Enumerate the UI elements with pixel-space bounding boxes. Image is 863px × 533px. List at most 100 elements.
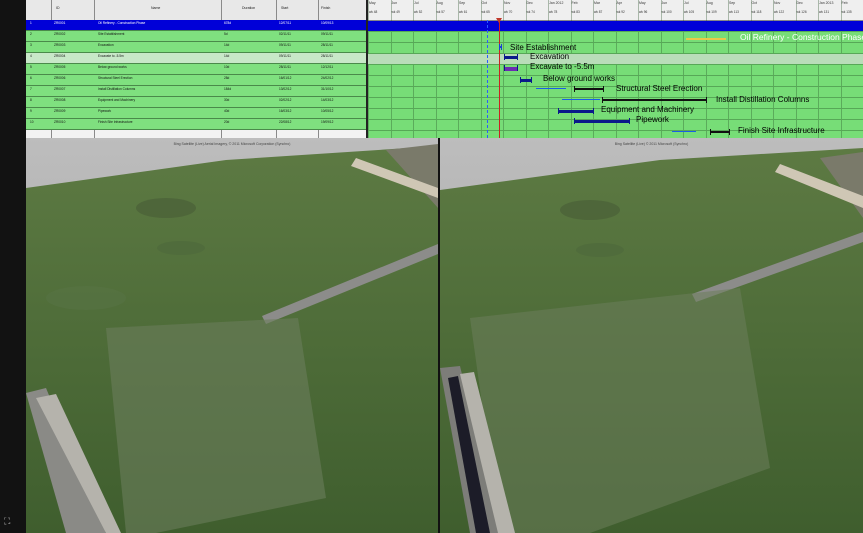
timeline-month: Oct — [751, 1, 757, 5]
task-row[interactable]: 1 ZR0001 Oil Refinery - Construction Phase… — [26, 20, 366, 31]
task-row[interactable]: 6 ZR0006 Structural Steel Erection 28d 16/01… — [26, 75, 366, 86]
timeline-month: Aug — [436, 1, 443, 5]
gantt-bar-structural[interactable] — [574, 86, 604, 92]
task-cell-code: ZR0003 — [54, 43, 66, 47]
task-cell-finish: 12/12/11 — [321, 65, 334, 69]
bar-label-finish: Finish Site Infrastructure — [738, 126, 825, 135]
task-cell-duration: 14d — [224, 43, 230, 47]
task-cell-name: Pipework — [98, 109, 112, 113]
task-cell-finish: 31/10/12 — [321, 87, 334, 91]
gantt-bar-distillation[interactable] — [602, 97, 707, 103]
task-row[interactable]: 8 ZR0008 Equipment and Machinery 30d 02/02/1… — [26, 97, 366, 108]
task-cell-name: Excavation — [98, 43, 114, 47]
task-cell-start: 02/11/11 — [279, 32, 291, 36]
timeline-week: wk 135 — [841, 10, 852, 14]
task-cell-id: 3 — [30, 43, 32, 47]
task-cell-start: 28/11/11 — [279, 65, 291, 69]
timeline-week: wk 70 — [504, 10, 513, 14]
task-cell-id: 2 — [30, 32, 32, 36]
task-cell-duration: 184d — [224, 87, 232, 91]
gantt-timeline[interactable]: May Jun Jul Aug Sep Oct Nov Dec Jan 2012 Feb Mar Ap… — [368, 0, 863, 138]
task-cell-finish: 28/11/11 — [321, 43, 333, 47]
bar-label-equipment: Equipment and Machinery — [601, 105, 694, 114]
timeline-month: Jul — [684, 1, 689, 5]
today-marker-icon[interactable] — [496, 18, 502, 23]
bar-label-excavate: Excavate to -5.5m — [530, 62, 595, 71]
3d-view-right[interactable]: Bing Satellite (Live) © 2011 Microsoft (… — [440, 138, 863, 533]
timeline-month: Aug — [706, 1, 713, 5]
task-row[interactable]: 5 ZR0005 Below ground works 10d 28/11/11 12/1… — [26, 64, 366, 75]
task-cell-duration: 5d — [224, 32, 228, 36]
timeline-month: Oct — [481, 1, 487, 5]
gantt-bar-equipment[interactable] — [558, 108, 594, 114]
timeline-month: Jan 2012 — [549, 1, 564, 5]
baseline-marker — [487, 20, 488, 138]
task-cell-id: 7 — [30, 87, 32, 91]
task-cell-finish: 09/11/11 — [321, 32, 333, 36]
timeline-week: wk 87 — [594, 10, 603, 14]
task-row[interactable]: 4 ZR0004 Excavate to -5.5m 14d 09/11/11 28/11… — [26, 53, 366, 64]
timeline-week: wk 65 — [481, 10, 490, 14]
3d-view-left[interactable]: Bing Satellite (Live) Aerial Imagery, © … — [26, 138, 438, 533]
timeline-week: wk 48 — [369, 10, 378, 14]
task-cell-id: 10 — [30, 120, 34, 124]
today-line[interactable] — [499, 20, 500, 138]
view-caption-right: Bing Satellite (Live) © 2011 Microsoft (… — [614, 142, 689, 146]
timeline-week: wk 92 — [616, 10, 625, 14]
expand-icon[interactable]: ⛶ — [4, 516, 10, 527]
timeline-week: wk 131 — [819, 10, 830, 14]
gantt-bar-excavation[interactable] — [504, 54, 518, 60]
task-cell-code: ZR0008 — [54, 98, 66, 102]
col-header-finish[interactable]: Finish — [321, 6, 330, 10]
col-header-start[interactable]: Start — [281, 6, 288, 10]
timeline-row — [368, 21, 863, 32]
task-table-header: ID Name Duration Start Finish — [26, 0, 366, 21]
task-cell-name: Site Establishment — [98, 32, 125, 36]
task-cell-name: Structural Steel Erection — [98, 76, 133, 80]
task-cell-code: ZR0010 — [54, 120, 66, 124]
timeline-month: Sep — [729, 1, 736, 5]
timeline-month: Apr — [616, 1, 622, 5]
task-cell-code: ZR0002 — [54, 32, 66, 36]
timeline-week: wk 118 — [751, 10, 762, 14]
gantt-thin-structural — [536, 88, 566, 89]
task-cell-code: ZR0005 — [54, 65, 66, 69]
gantt-bar-pipework[interactable] — [574, 118, 630, 124]
task-cell-start: 09/11/11 — [279, 43, 291, 47]
task-cell-code: ZR0001 — [54, 21, 66, 25]
task-cell-id: 6 — [30, 76, 32, 80]
task-table: ID Name Duration Start Finish 1 ZR0001 Oil… — [26, 0, 368, 138]
task-row[interactable]: 7 ZR0007 Install Distillation Columns 184d 1… — [26, 86, 366, 97]
timeline-month: May — [369, 1, 376, 5]
gantt-bar-finish[interactable] — [710, 129, 730, 135]
timeline-week: wk 57 — [436, 10, 445, 14]
task-cell-duration: 10d — [224, 65, 230, 69]
task-row[interactable]: 10 ZR0010 Finish Site Infrastructure 20d 22/… — [26, 119, 366, 130]
task-cell-finish: 19/09/12 — [321, 120, 334, 124]
task-cell-duration: 30d — [224, 98, 230, 102]
task-cell-start: 22/08/12 — [279, 120, 292, 124]
col-header-name[interactable]: Name — [151, 6, 160, 10]
gantt-bar-below-ground[interactable] — [520, 77, 532, 83]
timeline-week: wk 96 — [639, 10, 648, 14]
gantt-bar-excavate[interactable] — [504, 65, 518, 71]
timeline-week: wk 49 — [391, 10, 400, 14]
bar-label-below-ground: Below ground works — [543, 74, 616, 83]
task-cell-duration: 20d — [224, 120, 230, 124]
gantt-bar-summary[interactable] — [686, 38, 726, 40]
task-row[interactable]: 9 ZR0009 Pipework 40d 16/03/12 10/05/12 — [26, 108, 366, 119]
timeline-row — [368, 43, 863, 54]
col-header-id[interactable]: ID — [56, 6, 60, 10]
left-sidebar-strip: ⛶ — [0, 0, 26, 533]
bar-label-summary: Oil Refinery - Construction Phase — [740, 32, 863, 42]
col-header-duration[interactable]: Duration — [242, 6, 255, 10]
gantt-bar-site-establishment[interactable] — [499, 44, 502, 50]
task-cell-id: 5 — [30, 65, 32, 69]
task-cell-name: Equipment and Machinery — [98, 98, 136, 102]
timeline-month: Dec — [796, 1, 803, 5]
gantt-thin-distillation — [562, 99, 600, 100]
task-cell-id: 9 — [30, 109, 32, 113]
task-row[interactable]: 2 ZR0002 Site Establishment 5d 02/11/11 09/11… — [26, 31, 366, 42]
task-row[interactable]: 3 ZR0003 Excavation 14d 09/11/11 28/11/11 — [26, 42, 366, 53]
task-cell-name: Excavate to -5.5m — [98, 54, 124, 58]
